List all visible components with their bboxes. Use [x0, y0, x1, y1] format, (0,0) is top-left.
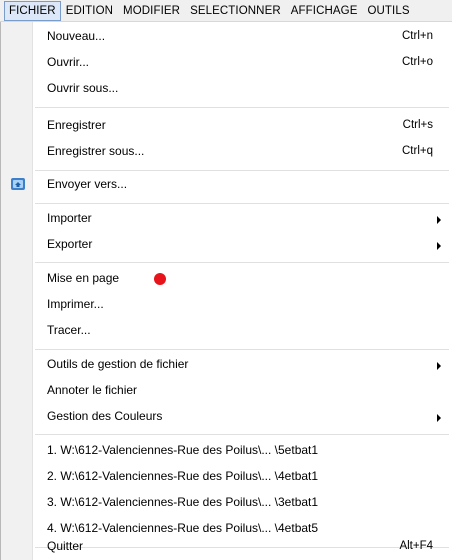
menu-separator — [35, 349, 449, 351]
menu-item-quitter[interactable]: Quitter Alt+F4 — [1, 534, 452, 560]
menubar-affichage[interactable]: AFFICHAGE — [286, 1, 363, 21]
menubar-outils[interactable]: OUTILS — [362, 1, 414, 21]
menu-item-label: Gestion des Couleurs — [47, 409, 163, 423]
menu-item-imprimer[interactable]: Imprimer... — [1, 292, 452, 318]
menu-item-label: Quitter — [47, 539, 84, 553]
menu-item-exporter[interactable]: Exporter — [1, 232, 452, 258]
menu-item-label: Ouvrir sous... — [47, 81, 119, 95]
menu-item-shortcut: Ctrl+n — [402, 30, 433, 42]
menu-item-envoyer-vers[interactable]: Envoyer vers... — [1, 172, 452, 198]
application-window: FICHIER EDITION MODIFIER SELECTIONNER AF… — [0, 0, 452, 560]
menu-item-enregistrer[interactable]: Enregistrer Ctrl+s — [1, 113, 452, 139]
submenu-arrow-icon — [437, 216, 441, 224]
menu-item-label: Importer — [47, 211, 92, 225]
menubar-fichier[interactable]: FICHIER — [4, 0, 61, 21]
submenu-arrow-icon — [437, 414, 441, 422]
menu-item-enregistrer-sous[interactable]: Enregistrer sous... Ctrl+q — [1, 139, 452, 165]
menu-separator — [35, 262, 449, 264]
recent-file-item[interactable]: 2. W:\612-Valenciennes-Rue des Poilus\..… — [1, 464, 452, 490]
menu-item-label: Enregistrer — [47, 118, 106, 132]
menu-item-label: Imprimer... — [47, 297, 104, 311]
menu-item-importer[interactable]: Importer — [1, 206, 452, 232]
menubar-edition[interactable]: EDITION — [61, 1, 118, 21]
menu-item-label: Envoyer vers... — [47, 177, 128, 191]
menu-item-label: Nouveau... — [47, 29, 106, 43]
recent-file-item[interactable]: 3. W:\612-Valenciennes-Rue des Poilus\..… — [1, 490, 452, 516]
recent-file-item[interactable]: 1. W:\612-Valenciennes-Rue des Poilus\..… — [1, 438, 452, 464]
menu-item-label: Exporter — [47, 237, 93, 251]
fichier-dropdown-menu: Nouveau... Ctrl+n Ouvrir... Ctrl+o Ouvri… — [0, 22, 452, 560]
recent-file-label: 3. W:\612-Valenciennes-Rue des Poilus\..… — [47, 495, 319, 509]
red-dot-marker — [154, 273, 166, 285]
menu-item-nouveau[interactable]: Nouveau... Ctrl+n — [1, 24, 452, 50]
menu-item-tracer[interactable]: Tracer... — [1, 318, 452, 344]
menu-item-label: Ouvrir... — [47, 55, 90, 69]
menu-item-shortcut: Ctrl+o — [402, 56, 433, 68]
menu-item-outils-gestion-fichier[interactable]: Outils de gestion de fichier — [1, 352, 452, 378]
menu-item-ouvrir[interactable]: Ouvrir... Ctrl+o — [1, 50, 452, 76]
menu-item-mise-en-page[interactable]: Mise en page — [1, 266, 452, 292]
recent-file-label: 1. W:\612-Valenciennes-Rue des Poilus\..… — [47, 443, 319, 457]
menubar-modifier[interactable]: MODIFIER — [118, 1, 185, 21]
menu-item-label: Enregistrer sous... — [47, 144, 145, 158]
menu-item-gestion-couleurs[interactable]: Gestion des Couleurs — [1, 404, 452, 430]
menu-item-shortcut: Ctrl+q — [402, 145, 433, 157]
menu-bar: FICHIER EDITION MODIFIER SELECTIONNER AF… — [0, 0, 452, 22]
menu-item-label: Outils de gestion de fichier — [47, 357, 189, 371]
menu-separator — [35, 203, 449, 205]
menu-item-label: Tracer... — [47, 323, 91, 337]
send-icon — [11, 178, 25, 190]
recent-file-label: 2. W:\612-Valenciennes-Rue des Poilus\..… — [47, 469, 319, 483]
menubar-selectionner[interactable]: SELECTIONNER — [185, 1, 286, 21]
menu-separator — [35, 434, 449, 436]
menu-item-shortcut: Alt+F4 — [399, 540, 433, 552]
menu-item-annoter-fichier[interactable]: Annoter le fichier — [1, 378, 452, 404]
menu-item-label: Annoter le fichier — [47, 383, 138, 397]
submenu-arrow-icon — [437, 242, 441, 250]
menu-item-shortcut: Ctrl+s — [402, 119, 433, 131]
menu-item-label: Mise en page — [47, 271, 120, 285]
submenu-arrow-icon — [437, 362, 441, 370]
menu-item-ouvrir-sous[interactable]: Ouvrir sous... — [1, 76, 452, 102]
menu-separator — [35, 107, 449, 109]
